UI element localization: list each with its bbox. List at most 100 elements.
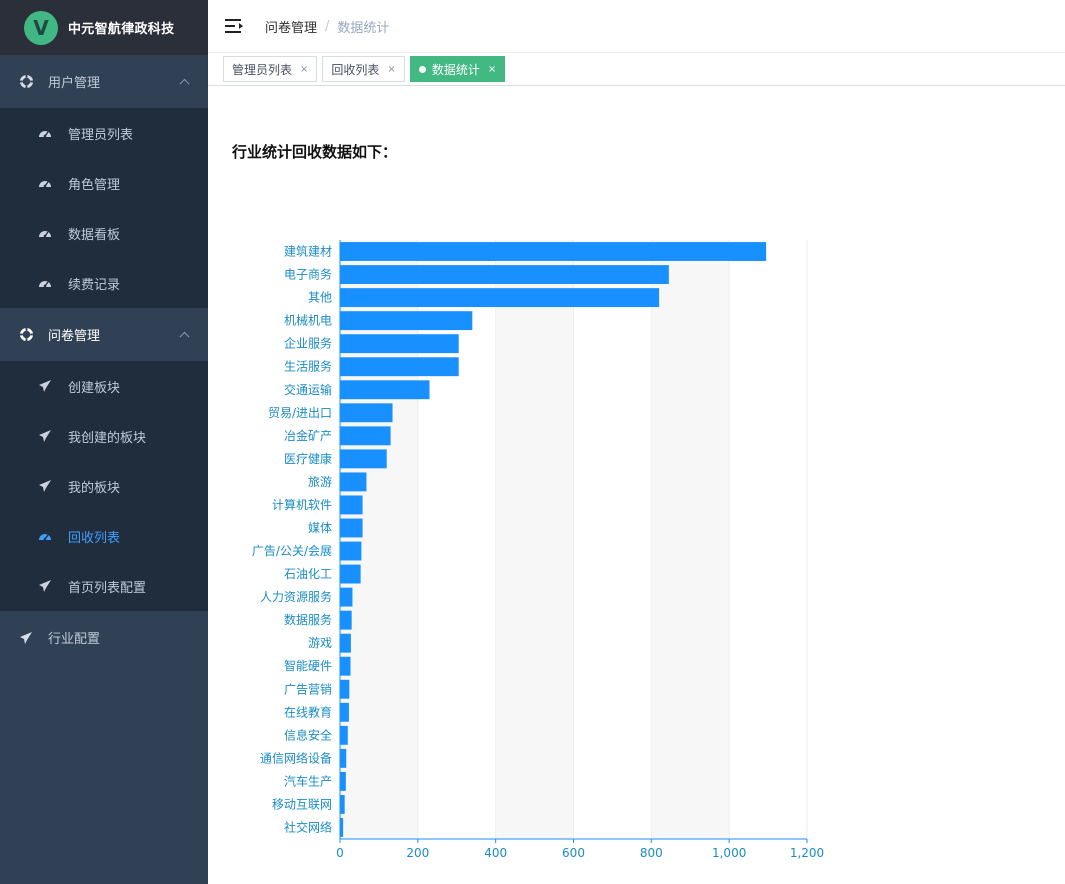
sidebar-item-label: 我的板块 [68, 480, 121, 496]
hamburger-icon[interactable] [225, 19, 243, 33]
chevron-up-icon [179, 78, 190, 89]
bar [340, 794, 345, 814]
sidebar-item-home-list-config[interactable]: 首页列表配置 [0, 561, 208, 611]
sidebar-item-renewal-records[interactable]: 续费记录 [0, 258, 208, 308]
app-title: 中元智航律政科技 [68, 22, 175, 37]
user-settings-icon [18, 74, 34, 90]
submenu-user: 管理员列表 角色管理 数据看板 续费记录 [0, 108, 208, 308]
paper-plane-icon [38, 379, 52, 393]
bar [340, 518, 363, 538]
dashboard-icon [38, 529, 52, 543]
bar [340, 725, 348, 745]
breadcrumb: 问卷管理 / 数据统计 [265, 17, 389, 36]
paper-plane-icon [38, 579, 52, 593]
sidebar-item-data-board[interactable]: 数据看板 [0, 208, 208, 258]
paper-plane-icon [38, 479, 52, 493]
bar [340, 748, 347, 768]
bar [340, 610, 352, 630]
bar [340, 334, 459, 354]
dashboard-icon [38, 176, 52, 190]
logo-area[interactable]: V 中元智航律政科技 [0, 0, 208, 55]
menu-user-management[interactable]: 用户管理 [0, 55, 208, 108]
bar [340, 265, 669, 285]
sidebar-item-admin-list[interactable]: 管理员列表 [0, 108, 208, 158]
x-tick-label: 800 [640, 846, 663, 860]
category-label: 数据服务 [284, 612, 332, 627]
menu-industry-config[interactable]: 行业配置 [0, 611, 208, 664]
survey-settings-icon [18, 327, 34, 343]
sidebar: V 中元智航律政科技 用户管理 管理员列表 角色管理 数据看板 续费记录 问卷管… [0, 0, 208, 884]
sidebar-item-role-management[interactable]: 角色管理 [0, 158, 208, 208]
category-label: 其他 [308, 291, 332, 305]
grid-band [495, 240, 574, 839]
category-label: 广告营销 [284, 682, 332, 696]
close-icon[interactable]: × [300, 64, 308, 75]
logo-icon: V [24, 10, 58, 45]
bar [340, 771, 346, 791]
sidebar-item-label: 回收列表 [68, 530, 121, 546]
category-label: 信息安全 [284, 727, 332, 742]
category-label: 社交网络 [284, 819, 332, 834]
category-label: 移动互联网 [272, 797, 332, 811]
bar [340, 679, 350, 699]
bar [340, 495, 363, 515]
category-label: 旅游 [308, 475, 332, 489]
category-label: 生活服务 [284, 359, 332, 374]
bar [340, 426, 391, 446]
sidebar-item-label: 管理员列表 [68, 127, 134, 143]
category-label: 智能硬件 [284, 658, 332, 673]
paper-plane-icon [38, 429, 52, 443]
x-tick-label: 0 [336, 846, 344, 860]
bar [340, 472, 367, 492]
x-tick-label: 400 [484, 846, 507, 860]
x-tick-label: 1,000 [712, 846, 746, 860]
main-content: 行业统计回收数据如下： 建筑建材 电子商务 其他 机械机电 企业服务 生活服务 交通运输 贸易… [208, 86, 1065, 884]
breadcrumb-separator: / [325, 18, 330, 34]
category-label: 计算机软件 [272, 497, 332, 512]
bar [340, 311, 473, 331]
tag-recovery-list[interactable]: 回收列表 × [322, 56, 405, 82]
menu-industry-config-label: 行业配置 [48, 632, 101, 647]
tag-label: 数据统计 [431, 62, 480, 77]
bar [340, 380, 430, 400]
chevron-up-icon [179, 331, 190, 342]
sidebar-item-recovery-list[interactable]: 回收列表 [0, 511, 208, 561]
bar [340, 587, 353, 607]
x-tick-label: 1,200 [790, 846, 824, 860]
category-label: 冶金矿产 [284, 428, 332, 443]
tag-data-statistics[interactable]: 数据统计 × [409, 56, 506, 82]
sidebar-item-my-created-sections[interactable]: 我创建的板块 [0, 411, 208, 461]
bar [340, 449, 387, 469]
menu-survey-management[interactable]: 问卷管理 [0, 308, 208, 361]
submenu-survey: 创建板块 我创建的板块 我的板块 回收列表 首页列表配置 [0, 361, 208, 611]
category-label: 贸易/进出口 [268, 406, 332, 420]
sidebar-item-label: 角色管理 [68, 177, 121, 193]
category-label: 医疗健康 [284, 451, 332, 466]
bar [340, 656, 351, 676]
menu-group-user: 用户管理 管理员列表 角色管理 数据看板 续费记录 [0, 55, 208, 308]
x-tick-label: 600 [562, 846, 585, 860]
tag-label: 回收列表 [331, 62, 380, 77]
bar [340, 357, 459, 377]
tag-label: 管理员列表 [232, 62, 293, 77]
menu-survey-management-label: 问卷管理 [48, 329, 101, 344]
sidebar-item-label: 续费记录 [68, 277, 121, 293]
bar [340, 403, 393, 423]
bar [340, 288, 660, 308]
sidebar-item-my-sections[interactable]: 我的板块 [0, 461, 208, 511]
category-label: 汽车生产 [284, 773, 332, 788]
menu-user-management-label: 用户管理 [48, 76, 101, 91]
category-label: 交通运输 [284, 382, 332, 397]
breadcrumb-parent[interactable]: 问卷管理 [265, 17, 317, 36]
sidebar-item-label: 首页列表配置 [68, 580, 147, 596]
close-icon[interactable]: × [488, 64, 496, 75]
sidebar-item-create-section[interactable]: 创建板块 [0, 361, 208, 411]
x-tick-label: 200 [406, 846, 429, 860]
category-label: 在线教育 [284, 704, 332, 719]
tag-admin-list[interactable]: 管理员列表 × [223, 56, 318, 82]
close-icon[interactable]: × [387, 64, 395, 75]
navbar: 问卷管理 / 数据统计 [208, 0, 1065, 53]
industry-bar-chart: 建筑建材电子商务其他机械机电企业服务生活服务交通运输贸易/进出口冶金矿产医疗健康… [252, 240, 824, 860]
sidebar-item-label: 创建板块 [68, 380, 121, 396]
dashboard-icon [38, 226, 52, 240]
